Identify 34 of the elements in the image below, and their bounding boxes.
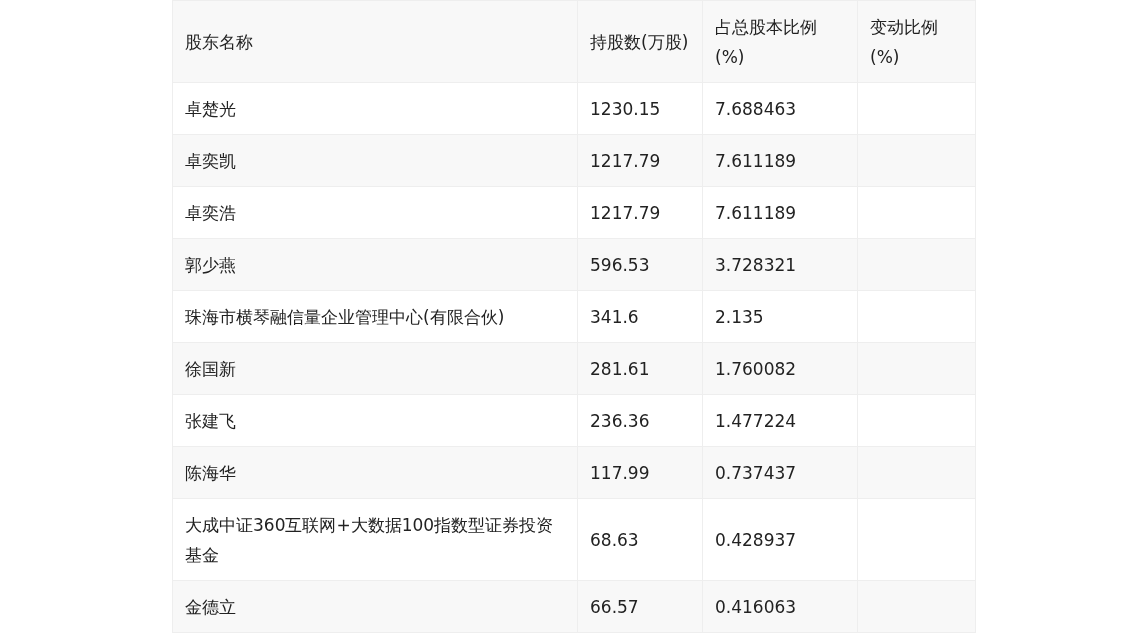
ratio-cell: 0.737437 bbox=[702, 446, 858, 499]
shares-cell: 236.36 bbox=[577, 394, 703, 447]
shares-cell: 66.57 bbox=[577, 580, 703, 633]
ratio-cell: 1.760082 bbox=[702, 342, 858, 395]
shareholder-name-cell: 卓奕凯 bbox=[172, 134, 578, 187]
ratio-cell: 2.135 bbox=[702, 290, 858, 343]
shareholder-name-cell: 卓奕浩 bbox=[172, 186, 578, 239]
ratio-cell: 1.477224 bbox=[702, 394, 858, 447]
column-header: 占总股本比例(%) bbox=[702, 0, 858, 83]
ratio-cell: 7.611189 bbox=[702, 134, 858, 187]
column-header: 股东名称 bbox=[172, 0, 578, 83]
shareholder-name-cell: 卓楚光 bbox=[172, 82, 578, 135]
shares-cell: 1217.79 bbox=[577, 134, 703, 187]
shareholder-name-cell: 陈海华 bbox=[172, 446, 578, 499]
shareholder-name-cell: 金德立 bbox=[172, 580, 578, 633]
ratio-cell: 3.728321 bbox=[702, 238, 858, 291]
shares-cell: 68.63 bbox=[577, 498, 703, 581]
column-header: 变动比例(%) bbox=[857, 0, 976, 83]
shares-cell: 341.6 bbox=[577, 290, 703, 343]
column-header: 持股数(万股) bbox=[577, 0, 703, 83]
shareholder-name-cell: 大成中证360互联网+大数据100指数型证券投资基金 bbox=[172, 498, 578, 581]
shareholder-name-cell: 郭少燕 bbox=[172, 238, 578, 291]
shares-cell: 1217.79 bbox=[577, 186, 703, 239]
ratio-cell: 0.428937 bbox=[702, 498, 858, 581]
shareholder-name-cell: 张建飞 bbox=[172, 394, 578, 447]
ratio-cell: 7.611189 bbox=[702, 186, 858, 239]
shares-cell: 117.99 bbox=[577, 446, 703, 499]
ratio-cell: 7.688463 bbox=[702, 82, 858, 135]
shares-cell: 596.53 bbox=[577, 238, 703, 291]
shareholder-name-cell: 徐国新 bbox=[172, 342, 578, 395]
shares-cell: 1230.15 bbox=[577, 82, 703, 135]
shareholder-name-cell: 珠海市横琴融信量企业管理中心(有限合伙) bbox=[172, 290, 578, 343]
shares-cell: 281.61 bbox=[577, 342, 703, 395]
ratio-cell: 0.416063 bbox=[702, 580, 858, 633]
